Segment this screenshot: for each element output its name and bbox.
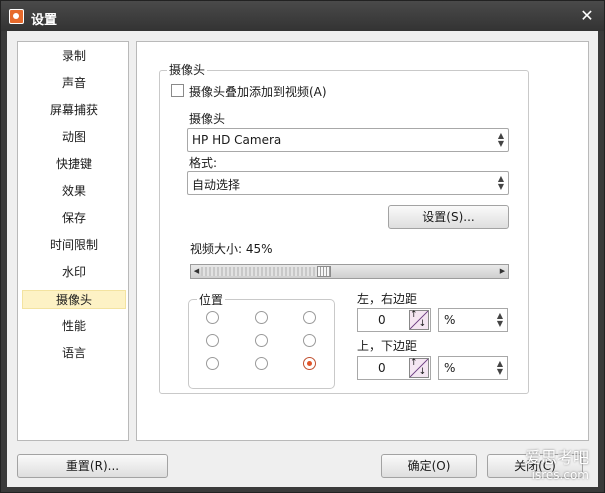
position-radio-top-left[interactable] [206, 311, 219, 324]
watermark-line-2: isres.com [531, 468, 589, 482]
slider-thumb[interactable] [317, 266, 332, 277]
sidebar-item-record[interactable]: 录制 [22, 47, 126, 66]
position-label: 位置 [197, 291, 226, 308]
watermark-line-1: 爱思考吧 [524, 448, 589, 467]
sidebar-item-performance[interactable]: 性能 [22, 317, 126, 336]
sidebar-item-camera[interactable]: 摄像头 [22, 290, 126, 309]
position-radio-middle-left[interactable] [206, 334, 219, 347]
video-size-label: 视频大小: 45% [190, 242, 273, 256]
tb-margin-value: 0 [378, 361, 386, 375]
lr-margin-unit: % [444, 313, 456, 327]
position-radio-center[interactable] [255, 334, 268, 347]
format-select-value: 自动选择 [192, 178, 241, 192]
slider-right-arrow-icon[interactable]: ▶ [498, 266, 507, 277]
camera-overlay-checkbox[interactable] [171, 84, 184, 97]
camera-select[interactable]: HP HD Camera ▲ ▼ [187, 128, 509, 152]
camera-settings-panel: 摄像头 摄像头叠加添加到视频(A) 摄像头 HP HD Camera ▲ ▼ 格式… [136, 41, 589, 441]
position-radio-top-right[interactable] [303, 311, 316, 324]
camera-group-title: 摄像头 [167, 61, 208, 78]
updown-arrow-icon: ▲ ▼ [497, 131, 504, 148]
lr-margin-spinbox[interactable]: 0 ↑ ↓ [357, 308, 431, 332]
position-radio-middle-right[interactable] [303, 334, 316, 347]
close-button[interactable]: ✕ [578, 7, 596, 25]
updown-arrow-icon: ▲ ▼ [496, 311, 503, 328]
spin-arrows-icon[interactable]: ↑ ↓ [409, 358, 429, 378]
sidebar-item-save[interactable]: 保存 [22, 209, 126, 228]
format-label: 格式: [189, 156, 218, 170]
position-radio-top-center[interactable] [255, 311, 268, 324]
sidebar-item-audio[interactable]: 声音 [22, 74, 126, 93]
site-watermark: 爱思考吧 isres.com [525, 444, 589, 482]
settings-sidebar: 录制 声音 屏幕捕获 动图 快捷键 效果 保存 时间限制 水印 摄像头 性能 语… [17, 41, 129, 441]
updown-arrow-icon: ▲ ▼ [497, 174, 504, 191]
camera-overlay-label[interactable]: 摄像头叠加添加到视频(A) [189, 83, 327, 100]
format-select[interactable]: 自动选择 ▲ ▼ [187, 171, 509, 195]
lr-margin-unit-select[interactable]: % ▲ ▼ [438, 308, 508, 332]
sidebar-item-watermark[interactable]: 水印 [22, 263, 126, 282]
slider-left-arrow-icon[interactable]: ◀ [192, 266, 201, 277]
sidebar-item-effects[interactable]: 效果 [22, 182, 126, 201]
camera-select-value: HP HD Camera [192, 133, 282, 147]
sidebar-item-hotkeys[interactable]: 快捷键 [22, 155, 126, 174]
settings-window: 设置 ✕ 录制 声音 屏幕捕获 动图 快捷键 效果 保存 时间限制 水印 摄像头… [0, 0, 605, 493]
app-icon [9, 9, 24, 24]
position-radio-bottom-center[interactable] [255, 357, 268, 370]
position-radio-bottom-left[interactable] [206, 357, 219, 370]
sidebar-item-screen-capture[interactable]: 屏幕捕获 [22, 101, 126, 120]
camera-label: 摄像头 [189, 112, 226, 126]
position-radio-bottom-right[interactable] [303, 357, 316, 370]
tb-margin-unit-select[interactable]: % ▲ ▼ [438, 356, 508, 380]
slider-track [201, 267, 318, 276]
sidebar-item-time-limit[interactable]: 时间限制 [22, 236, 126, 255]
tb-margin-spinbox[interactable]: 0 ↑ ↓ [357, 356, 431, 380]
reset-button[interactable]: 重置(R)... [17, 454, 168, 478]
tb-margin-label: 上，下边距 [357, 339, 418, 353]
lr-margin-value: 0 [378, 313, 386, 327]
lr-margin-label: 左，右边距 [357, 292, 418, 306]
camera-settings-button[interactable]: 设置(S)... [388, 205, 509, 229]
ok-button[interactable]: 确定(O) [381, 454, 477, 478]
tb-margin-unit: % [444, 361, 456, 375]
sidebar-item-gif[interactable]: 动图 [22, 128, 126, 147]
window-title: 设置 [31, 13, 58, 28]
video-size-slider[interactable]: ◀ ▶ [190, 264, 509, 279]
updown-arrow-icon: ▲ ▼ [496, 359, 503, 376]
dialog-content: 录制 声音 屏幕捕获 动图 快捷键 效果 保存 时间限制 水印 摄像头 性能 语… [7, 31, 598, 487]
title-bar: 设置 ✕ [1, 1, 604, 31]
spin-arrows-icon[interactable]: ↑ ↓ [409, 310, 429, 330]
sidebar-item-language[interactable]: 语言 [22, 344, 126, 363]
